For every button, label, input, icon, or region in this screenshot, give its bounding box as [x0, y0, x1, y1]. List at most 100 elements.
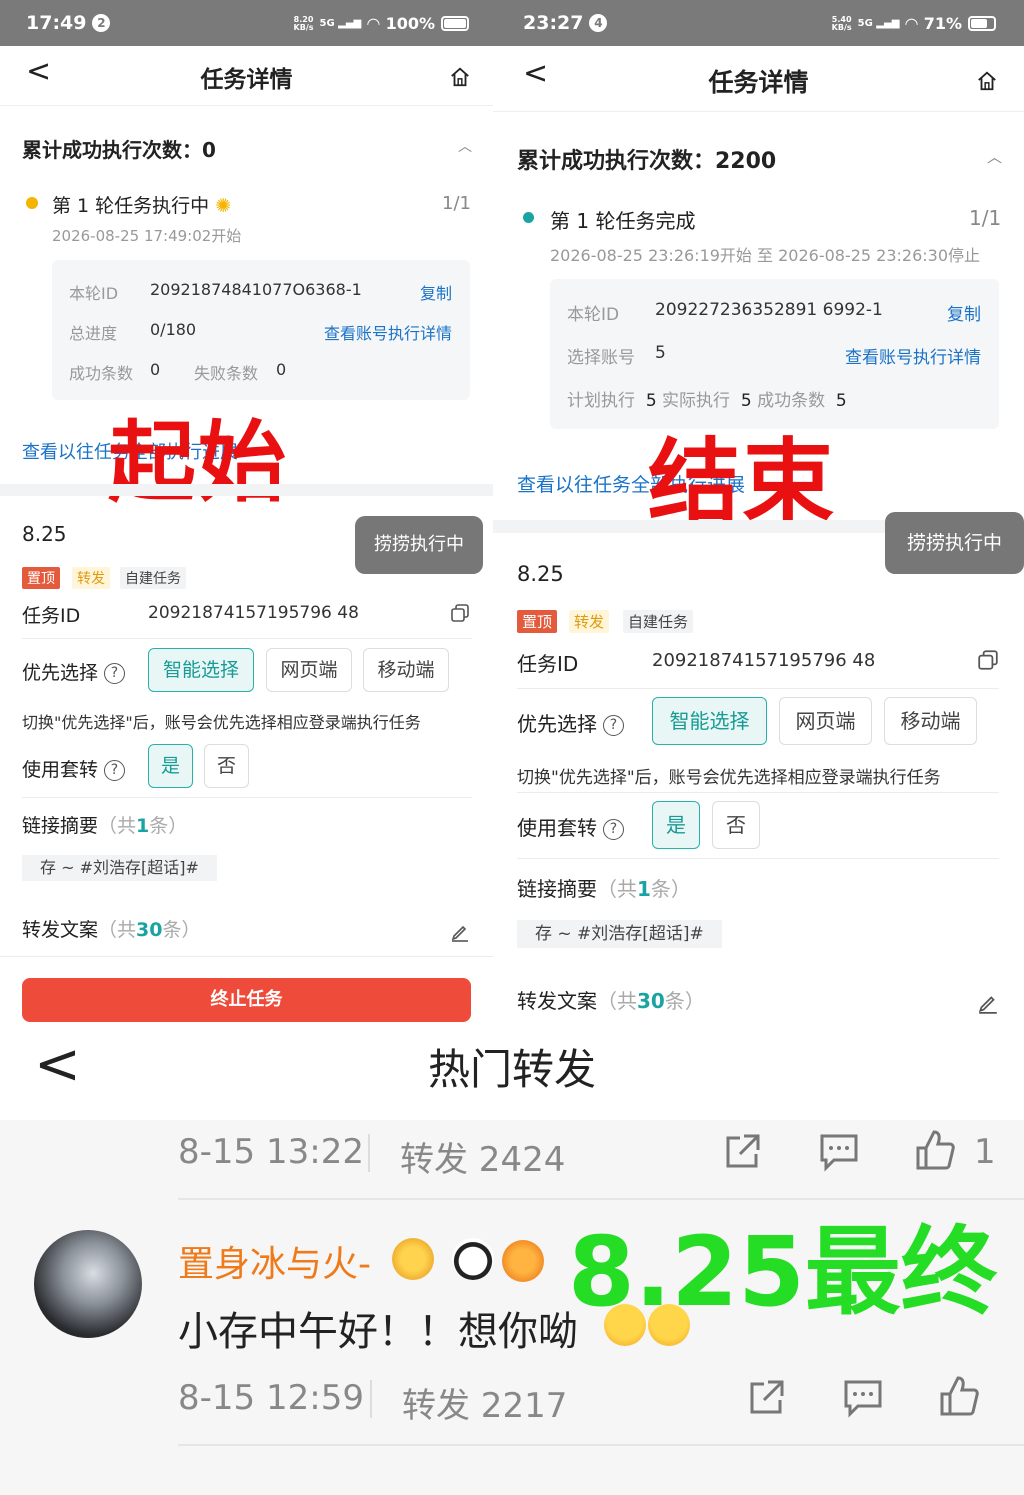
stop-task-button[interactable]: 终止任务 — [22, 978, 471, 1022]
username[interactable]: 置身冰与火- — [178, 1235, 371, 1287]
account-detail-link[interactable]: 查看账号执行详情 — [324, 320, 452, 344]
comment-icon[interactable] — [818, 1132, 860, 1172]
option-smart-select[interactable]: 智能选择 — [148, 648, 254, 692]
divider — [517, 792, 999, 793]
share-icon[interactable] — [746, 1378, 786, 1418]
taozhuan-label: 使用套转? — [22, 755, 126, 782]
edit-icon[interactable] — [977, 992, 999, 1014]
home-icon[interactable] — [976, 70, 998, 92]
copy-icon[interactable] — [977, 649, 999, 671]
wifi-icon: ◠ — [905, 14, 918, 33]
page-title: 任务详情 — [708, 68, 809, 97]
overlay-start-text: 起始 — [108, 411, 289, 514]
priority-label: 优先选择? — [517, 708, 624, 737]
option-mobile[interactable]: 移动端 — [363, 648, 449, 692]
post-text: 小存中午好！！想你呦 — [178, 1309, 578, 1355]
battery-percent: 100% — [385, 14, 435, 33]
tag-forward: 转发 — [569, 610, 610, 633]
links-summary: 链接摘要（共1条） — [517, 877, 691, 901]
task-id-label: 任务ID — [517, 652, 579, 676]
option-web[interactable]: 网页端 — [266, 648, 352, 692]
float-running-button[interactable]: 捞捞执行中 — [355, 516, 483, 574]
battery-icon — [968, 16, 996, 31]
post-time: 8-15 13:22 — [178, 1132, 364, 1172]
separator — [370, 1380, 372, 1418]
section-divider — [0, 484, 493, 496]
collapse-icon[interactable]: ︿ — [987, 146, 1002, 167]
task-name: 8.25 — [517, 562, 564, 586]
task-id-value: 20921874157195796 48 — [652, 650, 876, 671]
status-time: 17:49 2 — [26, 12, 111, 34]
nav-bar: < 任务详情 — [493, 46, 1024, 112]
account-detail-link[interactable]: 查看账号执行详情 — [845, 343, 981, 368]
divider — [517, 858, 999, 859]
right-screenshot: 23:27 4 5.40 KB/s 5G ▂▄▆ ◠ 71% < 任务详情 累计成… — [493, 0, 1024, 1030]
page-title: 任务详情 — [200, 67, 293, 93]
forward-copy-summary: 转发文案（共30条） — [517, 989, 705, 1013]
tag-pinned: 置顶 — [517, 610, 558, 633]
link-chip[interactable]: 存 ~ #刘浩存[超话]# — [22, 855, 217, 881]
copy-link[interactable]: 复制 — [947, 300, 981, 325]
avatar[interactable] — [34, 1230, 142, 1338]
network-speed: 8.20 KB/s — [293, 14, 314, 32]
forward-copy-summary: 转发文案（共30条） — [22, 919, 201, 941]
help-icon[interactable]: ? — [603, 819, 624, 840]
pleading-emoji-icon — [648, 1304, 690, 1346]
option-yes[interactable]: 是 — [148, 744, 193, 788]
like-count: 1 — [974, 1132, 996, 1172]
success-value: 0 — [150, 360, 161, 379]
option-no[interactable]: 否 — [204, 744, 249, 788]
page-title: 热门转发 — [427, 1045, 596, 1094]
panda-icon — [452, 1238, 494, 1280]
done-dot — [523, 212, 534, 223]
option-no[interactable]: 否 — [712, 801, 760, 849]
nav-bar: < 任务详情 — [0, 46, 493, 106]
taozhuan-label: 使用套转? — [517, 812, 624, 841]
round-id-value: 209227236352891 6992-1 — [655, 300, 883, 320]
option-mobile[interactable]: 移动端 — [884, 697, 977, 745]
left-screenshot: 17:49 2 8.20 KB/s 5G ▂▄▆ ◠ 100% < 任务详情 累计… — [0, 0, 493, 1030]
help-icon[interactable]: ? — [104, 760, 126, 781]
account-label: 选择账号 — [567, 348, 635, 368]
separator — [368, 1134, 370, 1172]
copy-icon[interactable] — [450, 603, 470, 623]
like-icon[interactable] — [938, 1374, 980, 1418]
repost-count: 转发 2424 — [400, 1140, 566, 1180]
share-icon[interactable] — [722, 1132, 762, 1172]
divider — [22, 638, 472, 639]
divider — [178, 1444, 1024, 1446]
round-count: 1/1 — [442, 193, 471, 214]
collapse-icon[interactable]: ︿ — [458, 136, 472, 156]
comment-icon[interactable] — [842, 1378, 884, 1418]
copy-link[interactable]: 复制 — [420, 280, 452, 304]
option-yes[interactable]: 是 — [652, 801, 700, 849]
divider — [517, 688, 999, 689]
help-icon[interactable]: ? — [603, 715, 624, 736]
round-status: 第 1 轮任务执行中 ✺ — [52, 195, 232, 217]
option-smart-select[interactable]: 智能选择 — [652, 697, 767, 745]
fail-value: 0 — [276, 360, 287, 379]
round-id-label: 本轮ID — [567, 305, 620, 325]
tag-self-built: 自建任务 — [120, 567, 186, 589]
success-label: 成功条数 — [69, 364, 134, 383]
battery-icon — [441, 16, 469, 31]
repost-count: 转发 2217 — [402, 1386, 568, 1426]
status-time: 23:27 4 — [523, 12, 608, 34]
tag-forward: 转发 — [72, 567, 110, 589]
round-info-box: 本轮ID 209227236352891 6992-1 复制 选择账号 5 查看… — [550, 279, 999, 429]
hot-forward-header: < 热门转发 — [0, 1030, 1024, 1120]
link-chip[interactable]: 存 ~ #刘浩存[超话]# — [517, 920, 722, 948]
home-icon[interactable] — [449, 66, 471, 88]
account-value: 5 — [655, 343, 666, 363]
round-id-value: 20921874841077O6368-1 — [150, 280, 362, 299]
edit-icon[interactable] — [450, 922, 470, 942]
links-summary: 链接摘要（共1条） — [22, 815, 188, 837]
tag-self-built: 自建任务 — [623, 610, 694, 633]
help-icon[interactable]: ? — [104, 663, 126, 684]
float-running-button[interactable]: 捞捞执行中 — [885, 512, 1024, 574]
status-bar: 17:49 2 8.20 KB/s 5G ▂▄▆ ◠ 100% — [0, 0, 493, 46]
priority-label: 优先选择? — [22, 658, 126, 685]
spinner-icon: ✺ — [209, 195, 232, 217]
option-web[interactable]: 网页端 — [779, 697, 872, 745]
like-icon[interactable] — [914, 1128, 956, 1172]
